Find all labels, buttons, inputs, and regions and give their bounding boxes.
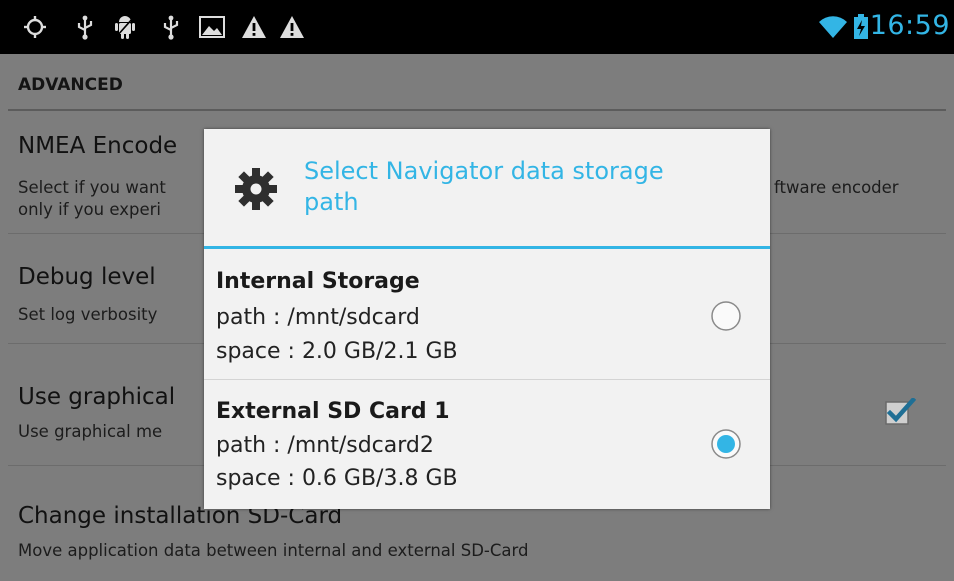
option-path: path : /mnt/sdcard2	[216, 433, 434, 458]
option-path: path : /mnt/sdcard	[216, 305, 420, 330]
pref-summary: Move application data between internal a…	[18, 541, 529, 560]
warning-icon	[278, 13, 306, 41]
option-name: Internal Storage	[216, 269, 420, 294]
dialog-header: Select Navigator data storage path	[204, 129, 770, 246]
option-name: External SD Card 1	[216, 399, 450, 424]
status-bar: 16:59	[0, 0, 954, 54]
pref-title: Use graphical	[18, 384, 176, 410]
usb-icon	[74, 13, 96, 41]
radio-selected[interactable]	[710, 428, 742, 460]
pref-title: Debug level	[18, 264, 156, 290]
dialog-title: Select Navigator data storage path	[304, 157, 664, 216]
warning-icon	[240, 13, 268, 41]
use-graphical-checkbox[interactable]	[884, 396, 917, 426]
status-clock: 16:59	[869, 10, 950, 41]
section-header-advanced: ADVANCED	[0, 54, 954, 111]
pref-summary: ftware encoder	[774, 178, 899, 197]
option-external-sd-card-1[interactable]: External SD Card 1 path : /mnt/sdcard2 s…	[204, 380, 770, 509]
option-internal-storage[interactable]: Internal Storage path : /mnt/sdcard spac…	[204, 249, 770, 379]
location-icon	[22, 13, 48, 41]
radio-unselected[interactable]	[710, 300, 742, 332]
option-space: space : 0.6 GB/3.8 GB	[216, 466, 458, 491]
storage-path-dialog: Select Navigator data storage path Inter…	[204, 129, 770, 509]
option-space: space : 2.0 GB/2.1 GB	[216, 339, 458, 364]
pref-summary: only if you experi	[18, 200, 161, 219]
pref-title: NMEA Encode	[18, 133, 178, 159]
usb-icon	[160, 13, 182, 41]
wifi-icon	[818, 13, 848, 41]
pref-summary: Use graphical me	[18, 422, 163, 441]
pref-summary: Set log verbosity	[18, 305, 158, 324]
battery-charging-icon	[852, 13, 870, 41]
pref-summary: Select if you want	[18, 178, 166, 197]
image-icon	[198, 13, 226, 41]
android-debug-icon	[112, 13, 138, 41]
section-header-label: ADVANCED	[18, 75, 123, 95]
gear-icon	[234, 167, 278, 211]
